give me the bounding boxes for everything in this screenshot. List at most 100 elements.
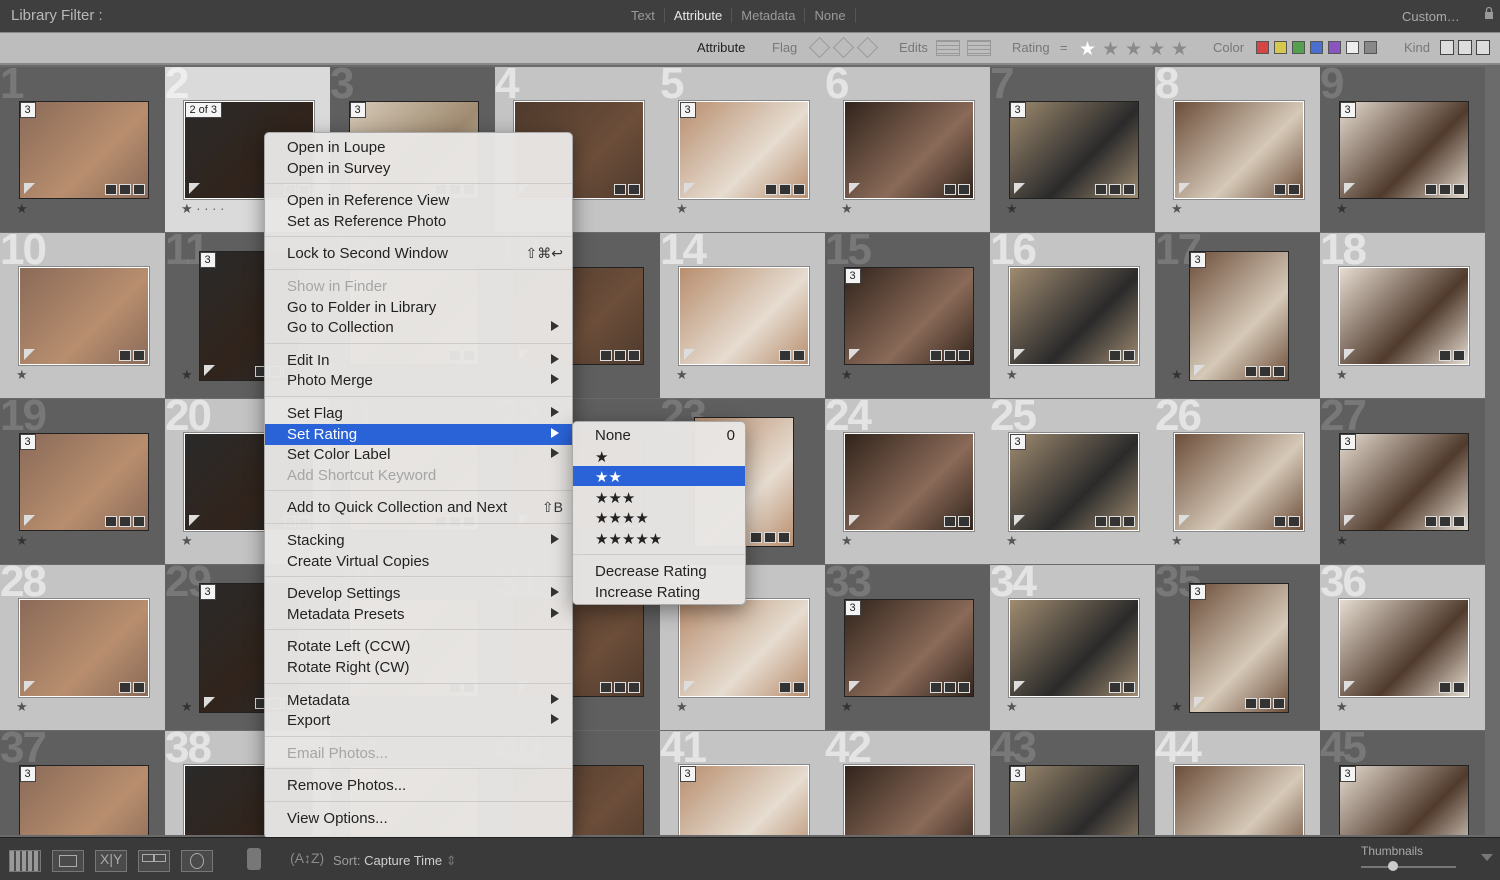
stack-count-badge[interactable]: 3: [1339, 434, 1356, 450]
grid-cell[interactable]: 45 3: [1320, 731, 1485, 835]
badge-icon[interactable]: [613, 682, 626, 693]
sort-direction-icon[interactable]: (A↕Z): [290, 850, 324, 866]
stack-count-badge[interactable]: 3: [19, 102, 36, 118]
cell-rating-stars[interactable]: ★: [1006, 533, 1018, 549]
unedited-filter-icon[interactable]: [967, 40, 991, 56]
badge-icon[interactable]: [1452, 184, 1465, 195]
grid-cell[interactable]: 6 ★: [825, 67, 990, 232]
stack-count-badge[interactable]: 3: [679, 766, 696, 782]
photo-thumbnail[interactable]: 3: [1008, 765, 1139, 835]
menu-item-open-in-loupe[interactable]: Open in Loupe: [265, 137, 572, 158]
badge-icon[interactable]: [943, 516, 956, 527]
badge-icon[interactable]: [1244, 366, 1257, 377]
stack-count-badge[interactable]: 3: [844, 268, 861, 284]
rating-option-five-stars[interactable]: ★★★★★: [573, 528, 745, 548]
badge-icon[interactable]: [1424, 184, 1437, 195]
rating-option-increase-rating[interactable]: Increase Rating: [573, 582, 745, 602]
menu-item-open-in-survey[interactable]: Open in Survey: [265, 158, 572, 179]
badge-icon[interactable]: [1122, 350, 1135, 361]
grid-cell[interactable]: 18 ★: [1320, 233, 1485, 398]
photo-thumbnail[interactable]: 3: [18, 433, 149, 531]
badge-icon[interactable]: [1094, 516, 1107, 527]
cell-rating-stars[interactable]: ★: [1336, 201, 1348, 217]
stack-count-badge[interactable]: 3: [1009, 766, 1026, 782]
kind-video-icon[interactable]: [1476, 40, 1490, 55]
menu-item-photo-merge[interactable]: Photo Merge: [265, 370, 572, 391]
badge-icon[interactable]: [1287, 184, 1300, 195]
photo-thumbnail[interactable]: [843, 765, 974, 835]
badge-icon[interactable]: [778, 184, 791, 195]
rating-star-3[interactable]: ★: [1125, 38, 1142, 61]
badge-icon[interactable]: [104, 516, 117, 527]
color-swatch-none[interactable]: [1364, 41, 1377, 54]
stack-count-badge[interactable]: 3: [1189, 584, 1206, 600]
badge-icon[interactable]: [599, 682, 612, 693]
unflagged-filter-icon[interactable]: [832, 36, 855, 59]
photo-thumbnail[interactable]: [678, 599, 809, 697]
badge-icon[interactable]: [1452, 516, 1465, 527]
cell-rating-stars[interactable]: ★: [181, 367, 193, 383]
stack-count-badge[interactable]: 3: [1339, 766, 1356, 782]
photo-thumbnail[interactable]: [18, 267, 149, 365]
badge-icon[interactable]: [1244, 698, 1257, 709]
toolbar-menu-chevron-icon[interactable]: [1481, 854, 1493, 861]
cell-rating-stars[interactable]: ★: [1336, 533, 1348, 549]
cell-rating-stars[interactable]: ★: [1171, 699, 1183, 715]
menu-item-set-rating[interactable]: Set Rating: [265, 423, 572, 445]
kind-virtual-copy-icon[interactable]: [1458, 40, 1472, 55]
grid-cell[interactable]: 15 3 ★: [825, 233, 990, 398]
badge-icon[interactable]: [1287, 516, 1300, 527]
color-swatch-yellow[interactable]: [1274, 41, 1287, 54]
rating-option-three-stars[interactable]: ★★★: [573, 487, 745, 507]
badge-icon[interactable]: [1438, 184, 1451, 195]
photo-thumbnail[interactable]: 3: [1008, 101, 1139, 199]
grid-cell[interactable]: 26 ★: [1155, 399, 1320, 564]
photo-thumbnail[interactable]: 3: [18, 765, 149, 835]
photo-thumbnail[interactable]: 3: [843, 267, 974, 365]
sort-control[interactable]: Sort: Capture Time ⇕: [333, 853, 457, 869]
stack-count-badge[interactable]: 3: [199, 584, 216, 600]
menu-item-set-as-reference-photo[interactable]: Set as Reference Photo: [265, 211, 572, 232]
photo-thumbnail[interactable]: [1338, 599, 1469, 697]
grid-cell[interactable]: 8 ★: [1155, 67, 1320, 232]
badge-icon[interactable]: [1438, 682, 1451, 693]
photo-thumbnail[interactable]: [1008, 267, 1139, 365]
rating-star-4[interactable]: ★: [1148, 38, 1165, 61]
cell-rating-stars[interactable]: ★: [676, 699, 688, 715]
badge-icon[interactable]: [118, 350, 131, 361]
badge-icon[interactable]: [957, 350, 970, 361]
photo-thumbnail[interactable]: 3: [1338, 433, 1469, 531]
stack-count-badge[interactable]: 3: [1009, 102, 1026, 118]
painter-spray-icon[interactable]: [247, 848, 261, 870]
menu-item-set-color-label[interactable]: Set Color Label: [265, 444, 572, 465]
grid-cell[interactable]: 41 3: [660, 731, 825, 835]
badge-icon[interactable]: [792, 350, 805, 361]
rejected-filter-icon[interactable]: [856, 36, 879, 59]
compare-view-button[interactable]: X|Y: [95, 850, 127, 872]
menu-item-edit-in[interactable]: Edit In: [265, 350, 572, 371]
photo-thumbnail[interactable]: [1008, 599, 1139, 697]
grid-cell[interactable]: 43 3: [990, 731, 1155, 835]
badge-icon[interactable]: [627, 682, 640, 693]
kind-master-icon[interactable]: [1440, 40, 1454, 55]
grid-cell[interactable]: 10 ★: [0, 233, 165, 398]
cell-rating-stars[interactable]: ★: [16, 367, 28, 383]
cell-rating-stars[interactable]: ★: [841, 533, 853, 549]
grid-cell[interactable]: 33 3 ★: [825, 565, 990, 730]
photo-thumbnail[interactable]: 3: [1338, 101, 1469, 199]
badge-icon[interactable]: [132, 682, 145, 693]
menu-item-develop-settings[interactable]: Develop Settings: [265, 583, 572, 604]
cell-rating-stars[interactable]: ★: [1006, 367, 1018, 383]
badge-icon[interactable]: [749, 532, 762, 543]
cell-rating-stars[interactable]: ★: [841, 699, 853, 715]
cell-rating-stars[interactable]: ★: [1171, 367, 1183, 383]
photo-thumbnail[interactable]: [1173, 765, 1304, 835]
menu-item-lock-to-second-window[interactable]: Lock to Second Window ⇧⌘↩: [265, 243, 572, 264]
flag-filter-icon[interactable]: [808, 36, 831, 59]
color-swatch-purple[interactable]: [1328, 41, 1341, 54]
stack-count-badge[interactable]: 3: [19, 766, 36, 782]
tab-none[interactable]: None: [804, 8, 854, 23]
badge-icon[interactable]: [1108, 350, 1121, 361]
badge-icon[interactable]: [1108, 516, 1121, 527]
badge-icon[interactable]: [1094, 184, 1107, 195]
